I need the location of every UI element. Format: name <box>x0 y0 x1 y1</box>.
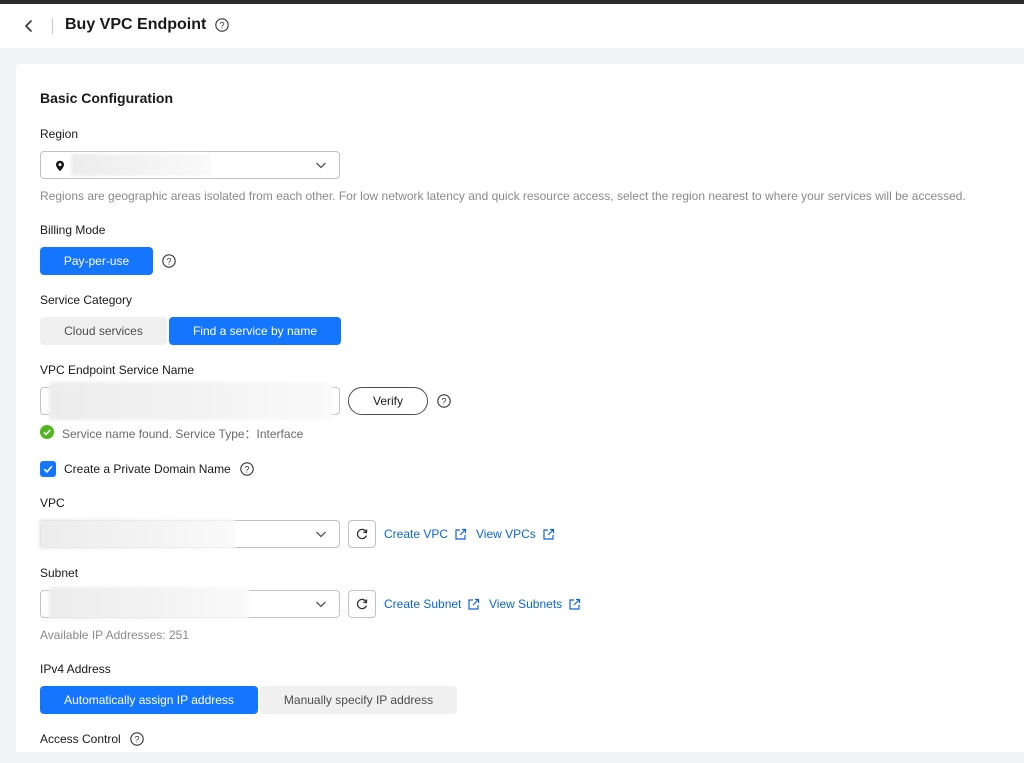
access-control-help-icon[interactable]: ? <box>130 732 144 746</box>
billing-help-icon[interactable]: ? <box>162 254 176 268</box>
location-pin-icon <box>56 160 64 172</box>
svg-text:?: ? <box>166 256 171 266</box>
checkmark-icon <box>43 465 53 473</box>
endpoint-service-name-input[interactable] <box>40 382 340 420</box>
refresh-icon <box>356 598 368 610</box>
create-subnet-label: Create Subnet <box>384 597 462 611</box>
create-subnet-link[interactable]: Create Subnet <box>384 597 480 611</box>
back-arrow-icon[interactable] <box>20 16 38 36</box>
svg-text:?: ? <box>244 464 249 474</box>
subnet-refresh-button[interactable] <box>348 590 376 618</box>
vpc-refresh-button[interactable] <box>348 520 376 548</box>
svg-text:?: ? <box>134 734 139 744</box>
verify-button[interactable]: Verify <box>348 387 428 415</box>
manual-ip-tab[interactable]: Manually specify IP address <box>260 686 457 714</box>
private-domain-label: Create a Private Domain Name <box>64 462 231 476</box>
view-vpcs-label: View VPCs <box>476 527 536 541</box>
svg-text:?: ? <box>219 20 224 30</box>
service-name-redacted <box>49 382 333 420</box>
page-header: Buy VPC Endpoint ? <box>0 4 1024 48</box>
view-vpcs-link[interactable]: View VPCs <box>476 527 555 541</box>
chevron-down-icon <box>316 531 326 538</box>
ipv4-label: IPv4 Address <box>40 662 111 676</box>
private-domain-help-icon[interactable]: ? <box>240 462 254 476</box>
subnet-select[interactable] <box>40 587 340 619</box>
cloud-services-tab[interactable]: Cloud services <box>40 317 167 345</box>
subnet-value-redacted <box>49 587 249 619</box>
vpc-label: VPC <box>40 496 65 510</box>
chevron-down-icon <box>316 162 326 169</box>
billing-mode-label: Billing Mode <box>40 223 106 237</box>
private-domain-checkbox[interactable] <box>40 461 56 477</box>
chevron-down-icon <box>316 601 326 608</box>
region-select[interactable] <box>40 151 340 179</box>
create-vpc-link[interactable]: Create VPC <box>384 527 467 541</box>
region-hint: Regions are geographic areas isolated fr… <box>40 189 966 203</box>
auto-assign-ip-tab[interactable]: Automatically assign IP address <box>40 686 258 714</box>
help-icon[interactable]: ? <box>215 18 229 32</box>
svg-text:?: ? <box>441 396 446 406</box>
endpoint-service-name-label: VPC Endpoint Service Name <box>40 363 195 377</box>
page-title: Buy VPC Endpoint <box>65 16 207 33</box>
subnet-label: Subnet <box>40 566 79 580</box>
refresh-icon <box>356 528 368 540</box>
header-divider <box>52 18 53 34</box>
access-control-label: Access Control <box>40 732 121 746</box>
external-link-icon <box>468 598 480 610</box>
pay-per-use-button[interactable]: Pay-per-use <box>40 247 153 275</box>
region-label: Region <box>40 127 79 141</box>
external-link-icon <box>543 528 554 540</box>
vpc-value-redacted <box>39 519 235 549</box>
bottom-strip <box>0 752 1024 763</box>
success-check-icon <box>40 425 54 439</box>
service-status-text: Service name found. Service Type：Interfa… <box>62 427 304 441</box>
find-service-by-name-tab[interactable]: Find a service by name <box>169 317 341 345</box>
section-title: Basic Configuration <box>40 90 174 106</box>
vpc-select[interactable] <box>39 519 340 549</box>
service-category-label: Service Category <box>40 293 133 307</box>
view-subnets-link[interactable]: View Subnets <box>489 597 581 611</box>
create-vpc-label: Create VPC <box>384 527 449 541</box>
view-subnets-label: View Subnets <box>489 597 563 611</box>
available-ip-text: Available IP Addresses: 251 <box>40 628 189 642</box>
verify-help-icon[interactable]: ? <box>437 394 451 408</box>
external-link-icon <box>455 528 467 540</box>
region-value-redacted <box>71 154 211 176</box>
external-link-icon <box>569 598 581 610</box>
